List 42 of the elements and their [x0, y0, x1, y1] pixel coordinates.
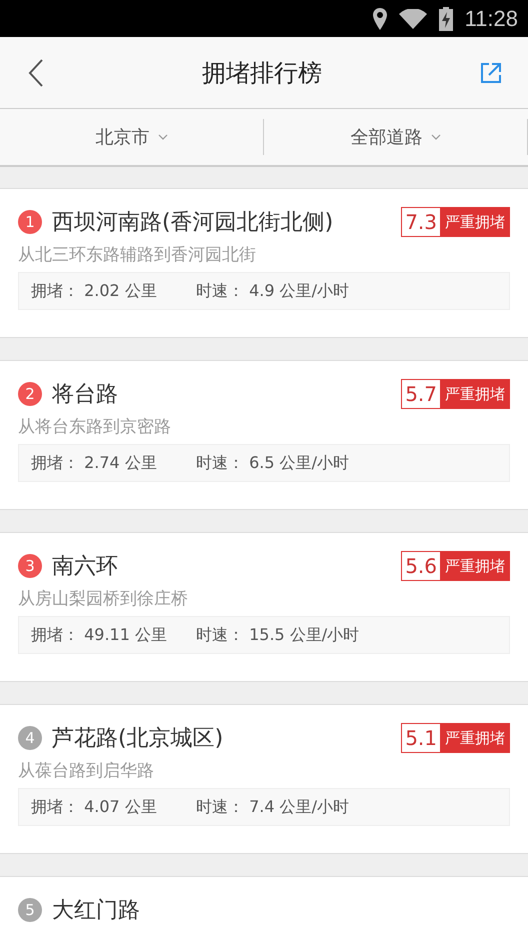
rank-badge: 2 [18, 382, 42, 406]
speed-text: 时速： 15.5 公里/小时 [196, 624, 360, 646]
road-card[interactable]: 5 大红门路 [0, 876, 528, 940]
caret-icon [430, 134, 440, 140]
filter-dropdown[interactable]: 全部道路 [344, 121, 446, 153]
road-card[interactable]: 4 芦花路(北京城区) 5.1 严重拥堵 从葆台路到启华路 拥堵： 4.07 公里 时速： 7.4 公里/小时 [0, 704, 528, 854]
jam-length: 拥堵： 4.07 公里 [31, 796, 158, 818]
speed-text: 时速： 7.4 公里/小时 [196, 796, 350, 818]
rank-badge: 3 [18, 554, 42, 578]
rank-badge: 4 [18, 726, 42, 750]
clock-time: 11:28 [464, 6, 518, 32]
wifi-icon [398, 8, 427, 28]
page-title: 拥堵排行榜 [202, 58, 322, 88]
jam-length: 拥堵： 49.11 公里 [31, 624, 168, 646]
filter-dropdown[interactable]: 北京市 [90, 121, 174, 153]
route-text: 从北三环东路辅路到香河园北街 [18, 244, 257, 266]
jam-length: 拥堵： 2.02 公里 [31, 280, 158, 302]
speed-text: 时速： 6.5 公里/小时 [196, 452, 350, 474]
share-icon[interactable] [480, 62, 502, 84]
road-name: 芦花路(北京城区) [52, 725, 224, 753]
speed-text: 时速： 4.9 公里/小时 [196, 280, 350, 302]
congestion-label: 严重拥堵 [440, 379, 510, 409]
route-text: 从葆台路到启华路 [18, 760, 155, 782]
road-name: 将台路 [52, 381, 119, 409]
road-card[interactable]: 2 将台路 5.7 严重拥堵 从将台东路到京密路 拥堵： 2.74 公里 时速： 6.5 公里/小时 [0, 360, 528, 510]
battery-icon [438, 6, 453, 30]
jam-length: 拥堵： 2.74 公里 [31, 452, 158, 474]
rank-badge: 5 [18, 898, 42, 922]
road-card[interactable]: 1 西坝河南路(香河园北街北侧) 7.3 严重拥堵 从北三环东路辅路到香河园北街 拥堵： 2.02 公里 时速： 4.9 公里/小时 [0, 188, 528, 338]
congestion-label: 严重拥堵 [440, 207, 510, 237]
congestion-label: 严重拥堵 [440, 551, 510, 581]
caret-icon [158, 134, 168, 140]
location-pin-icon [372, 8, 387, 30]
road-card[interactable]: 3 南六环 5.6 严重拥堵 从房山梨园桥到徐庄桥 拥堵： 49.11 公里 时速： 15.5 公里/小时 [0, 532, 528, 682]
road-name: 西坝河南路(香河园北街北侧) [52, 209, 334, 237]
rank-badge: 1 [18, 210, 42, 234]
congestion-label: 严重拥堵 [440, 723, 510, 753]
road-name: 大红门路 [52, 897, 141, 925]
route-text: 从房山梨园桥到徐庄桥 [18, 588, 189, 610]
road-name: 南六环 [52, 553, 119, 581]
back-icon[interactable] [28, 58, 44, 86]
route-text: 从将台东路到京密路 [18, 416, 172, 438]
